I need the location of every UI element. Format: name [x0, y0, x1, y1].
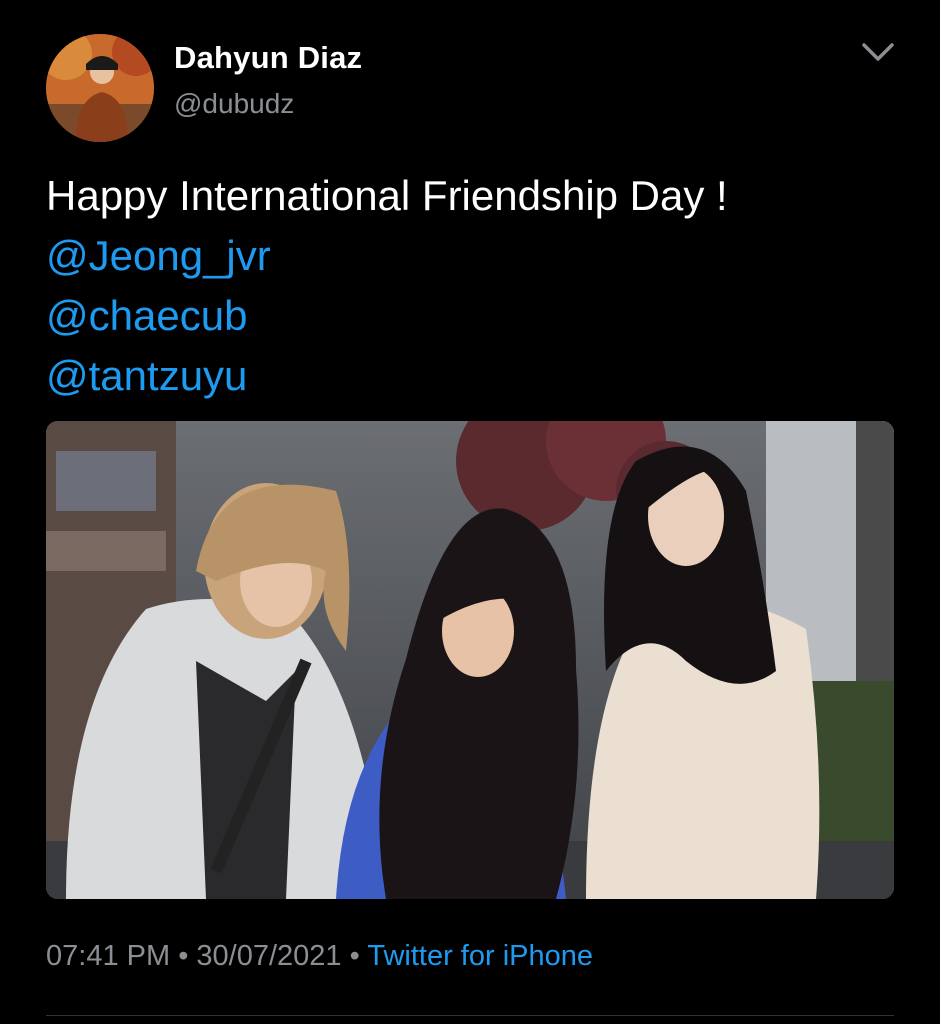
mention-link[interactable]: @tantzuyu: [46, 346, 906, 406]
tweet-text: Happy International Friendship Day ! @Je…: [46, 166, 906, 406]
tweet-source-link[interactable]: Twitter for iPhone: [367, 940, 593, 972]
mention-link[interactable]: @Jeong_jvr: [46, 226, 906, 286]
mention-link[interactable]: @chaecub: [46, 286, 906, 346]
avatar[interactable]: [46, 34, 154, 142]
photo-image: [46, 421, 894, 899]
tweet-photo[interactable]: [46, 421, 894, 899]
tweet-body: Happy International Friendship Day !: [46, 172, 728, 219]
separator-dot: •: [178, 940, 189, 972]
separator-dot: •: [349, 940, 360, 972]
chevron-down-icon[interactable]: [860, 40, 896, 64]
user-display-name[interactable]: Dahyun Diaz: [174, 40, 362, 76]
avatar-image: [46, 34, 154, 142]
divider: [46, 1015, 894, 1016]
tweet-time[interactable]: 07:41 PM: [46, 940, 170, 972]
tweet-meta: 07:41 PM • 30/07/2021 • Twitter for iPho…: [46, 940, 593, 973]
tweet-date[interactable]: 30/07/2021: [196, 940, 341, 972]
user-handle[interactable]: @dubudz: [174, 88, 294, 120]
